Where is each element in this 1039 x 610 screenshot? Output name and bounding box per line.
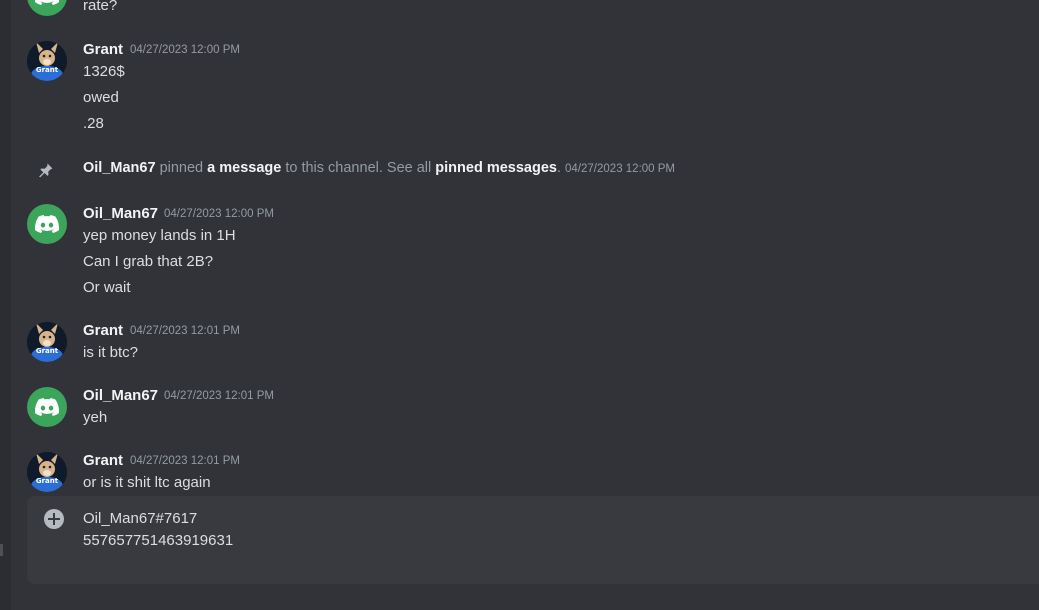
timestamp: 04/27/2023 12:01 PM	[130, 455, 240, 467]
timestamp: 04/27/2023 12:00 PM	[130, 44, 240, 56]
grant-avatar-icon[interactable]: Grant	[27, 41, 67, 81]
pinned-message-link[interactable]: a message	[207, 160, 281, 176]
message-line: owed	[83, 89, 119, 106]
discord-logo-icon[interactable]	[27, 0, 67, 16]
system-text: pinned	[159, 160, 204, 176]
message-line: yeh	[83, 409, 108, 426]
username[interactable]: Grant	[83, 452, 123, 469]
pinned-messages-link[interactable]: pinned messages	[435, 160, 557, 176]
username[interactable]: Oil_Man67	[83, 205, 158, 222]
message-line: 1326$	[83, 63, 125, 80]
timestamp: 04/27/2023 12:00 PM	[565, 163, 676, 175]
left-scroll-strip	[0, 0, 11, 610]
system-pin-message: Oil_Man67 pinned a message to this chann…	[83, 160, 675, 176]
username[interactable]: Oil_Man67	[83, 387, 158, 404]
grant-avatar-icon[interactable]: Grant	[27, 452, 67, 492]
message-line: rate?	[83, 0, 118, 14]
system-text: .	[556, 160, 561, 176]
timestamp: 04/27/2023 12:01 PM	[164, 390, 274, 402]
pin-icon	[38, 162, 54, 178]
system-text: to this channel. See all	[285, 160, 432, 176]
message-line: yep money lands in 1H	[83, 227, 236, 244]
message-line: Or wait	[83, 279, 131, 296]
message-line: .28	[83, 115, 104, 132]
svg-text:Grant: Grant	[36, 347, 59, 355]
message-line: or is it shit ltc again	[83, 474, 211, 491]
message-composer[interactable]: Oil_Man67#7617 557657751463919631	[27, 496, 1039, 584]
message-line: Can I grab that 2B?	[83, 253, 214, 270]
plus-circle-icon[interactable]	[44, 509, 64, 529]
discord-logo-icon[interactable]	[27, 387, 67, 427]
composer-text-line[interactable]: 557657751463919631	[83, 532, 233, 549]
system-actor[interactable]: Oil_Man67	[83, 160, 156, 176]
svg-text:Grant: Grant	[36, 66, 59, 74]
message-line: is it btc?	[83, 344, 139, 361]
discord-logo-icon[interactable]	[27, 204, 67, 244]
timestamp: 04/27/2023 12:00 PM	[164, 208, 274, 220]
username[interactable]: Grant	[83, 322, 123, 339]
svg-text:Grant: Grant	[36, 477, 59, 485]
scroll-marker	[0, 544, 3, 556]
chat-area: rate? Grant Grant 04/27/2023 12:00 PM 13…	[11, 0, 1039, 610]
username[interactable]: Grant	[83, 41, 123, 58]
composer-text-line[interactable]: Oil_Man67#7617	[83, 510, 197, 527]
timestamp: 04/27/2023 12:01 PM	[130, 325, 240, 337]
grant-avatar-icon[interactable]: Grant	[27, 322, 67, 362]
